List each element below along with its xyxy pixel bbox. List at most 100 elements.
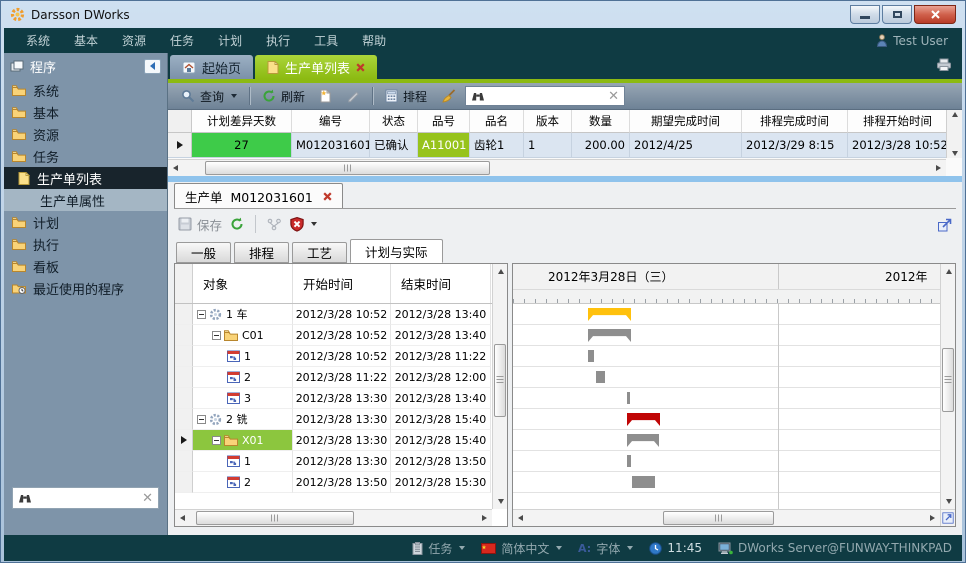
column-header[interactable]: 开始时间 xyxy=(293,264,391,303)
clear-search-icon[interactable]: ✕ xyxy=(608,90,619,103)
sidebar-item[interactable]: 任务 xyxy=(4,145,167,167)
save-button[interactable]: 保存 xyxy=(178,215,222,234)
refresh-icon[interactable] xyxy=(230,217,244,231)
column-header[interactable]: 计划差异天数 xyxy=(192,110,292,133)
tree-expander-icon[interactable] xyxy=(212,436,221,445)
printer-icon[interactable] xyxy=(936,58,952,71)
sidebar-collapse-button[interactable] xyxy=(144,59,161,74)
sidebar-item[interactable]: 计划 xyxy=(4,211,167,233)
sidebar-item[interactable]: 系统 xyxy=(4,79,167,101)
status-font-menu[interactable]: A: 字体 xyxy=(578,540,633,557)
column-header[interactable]: 数量 xyxy=(572,110,630,133)
toolbar-search-input[interactable] xyxy=(490,88,603,104)
menu-item[interactable]: 系统 xyxy=(14,32,62,49)
tree-vertical-scrollbar[interactable] xyxy=(492,264,507,509)
maximize-button[interactable] xyxy=(882,5,912,24)
query-button[interactable]: 查询 xyxy=(176,86,242,107)
column-header[interactable]: 期望完成时间 xyxy=(630,110,742,133)
tree-object-cell[interactable]: X01 xyxy=(193,430,293,451)
tree-object-cell[interactable]: 2 铣 xyxy=(193,409,293,430)
row-marker-icon xyxy=(177,141,183,149)
tree-object-cell[interactable]: C01 xyxy=(193,325,293,346)
current-user[interactable]: Test User xyxy=(876,34,952,48)
menu-item[interactable]: 基本 xyxy=(62,32,110,49)
tree-row[interactable]: 1 车2012/3/28 10:522012/3/28 13:40 xyxy=(175,304,492,325)
grid-cell: 27 xyxy=(192,133,292,158)
tab-一般[interactable]: 一般 xyxy=(176,242,231,263)
column-header[interactable]: 版本 xyxy=(524,110,572,133)
gantt-vertical-scrollbar[interactable] xyxy=(940,264,955,509)
menu-item[interactable]: 资源 xyxy=(110,32,158,49)
tree-object-cell[interactable]: 2 xyxy=(193,472,293,493)
sidebar-item[interactable]: 生产单属性 xyxy=(4,189,167,211)
tree-row[interactable]: 12012/3/28 13:302012/3/28 13:50 xyxy=(175,451,492,472)
menu-item[interactable]: 任务 xyxy=(158,32,206,49)
tree-expander-icon[interactable] xyxy=(212,331,221,340)
tree-object-cell[interactable]: 2 xyxy=(193,367,293,388)
tab-inactive[interactable]: 起始页 xyxy=(170,55,253,79)
column-header[interactable]: 排程开始时间 xyxy=(848,110,946,133)
validate-button[interactable] xyxy=(290,217,317,232)
clear-search-icon[interactable]: ✕ xyxy=(142,492,153,505)
close-icon[interactable] xyxy=(323,192,332,201)
tab-工艺[interactable]: 工艺 xyxy=(292,242,347,263)
gantt-bar-task[interactable] xyxy=(627,392,630,404)
tree-row[interactable]: 2 铣2012/3/28 13:302012/3/28 15:40 xyxy=(175,409,492,430)
gantt-bar-task[interactable] xyxy=(588,350,594,362)
edit-button[interactable] xyxy=(341,87,365,105)
column-header[interactable]: 状态 xyxy=(370,110,418,133)
column-header[interactable]: 品名 xyxy=(470,110,524,133)
tab-排程[interactable]: 排程 xyxy=(234,242,289,263)
sidebar-item[interactable]: 基本 xyxy=(4,101,167,123)
tree-row[interactable]: X012012/3/28 13:302012/3/28 15:40 xyxy=(175,430,492,451)
gantt-horizontal-scrollbar[interactable] xyxy=(513,509,940,526)
status-task-menu[interactable]: 任务 xyxy=(412,540,465,557)
tree-object-cell[interactable]: 1 xyxy=(193,451,293,472)
column-header[interactable]: 编号 xyxy=(292,110,370,133)
status-language-menu[interactable]: 简体中文 xyxy=(481,540,562,557)
sidebar-item[interactable]: 生产单列表 xyxy=(4,167,167,189)
tree-horizontal-scrollbar[interactable] xyxy=(175,509,492,526)
tree-row[interactable]: 22012/3/28 11:222012/3/28 12:00 xyxy=(175,367,492,388)
tree-row[interactable]: C012012/3/28 10:522012/3/28 13:40 xyxy=(175,325,492,346)
menu-item[interactable]: 工具 xyxy=(302,32,350,49)
gantt-bar-task[interactable] xyxy=(627,455,631,467)
gantt-bar-task[interactable] xyxy=(596,371,605,383)
tree-object-cell[interactable]: 1 xyxy=(193,346,293,367)
tree-object-cell[interactable]: 1 车 xyxy=(193,304,293,325)
tree-expander-icon[interactable] xyxy=(197,310,206,319)
grid-vertical-scrollbar[interactable] xyxy=(946,110,962,158)
column-header[interactable]: 排程完成时间 xyxy=(742,110,848,133)
close-button[interactable] xyxy=(914,5,956,24)
menu-item[interactable]: 计划 xyxy=(206,32,254,49)
tree-object-cell[interactable]: 3 xyxy=(193,388,293,409)
tab-active[interactable]: 生产单列表 xyxy=(255,55,377,79)
column-header[interactable]: 对象 xyxy=(193,264,293,303)
tab-计划与实际[interactable]: 计划与实际 xyxy=(350,239,443,263)
sidebar-item[interactable]: 看板 xyxy=(4,255,167,277)
refresh-button[interactable]: 刷新 xyxy=(257,86,310,107)
menu-item[interactable]: 执行 xyxy=(254,32,302,49)
new-button[interactable] xyxy=(314,87,337,105)
tree-expander-icon[interactable] xyxy=(197,415,206,424)
open-new-window-icon[interactable] xyxy=(937,218,952,233)
column-header[interactable]: 结束时间 xyxy=(391,264,491,303)
minimize-button[interactable] xyxy=(850,5,880,24)
expand-icon[interactable] xyxy=(942,512,954,524)
sidebar-item[interactable]: 资源 xyxy=(4,123,167,145)
column-header[interactable]: 品号 xyxy=(418,110,470,133)
tree-row[interactable]: 32012/3/28 13:302012/3/28 13:40 xyxy=(175,388,492,409)
sidebar-item[interactable]: 执行 xyxy=(4,233,167,255)
gantt-bar-task[interactable] xyxy=(632,476,655,488)
tree-row[interactable]: 12012/3/28 10:522012/3/28 11:22 xyxy=(175,346,492,367)
clean-button[interactable] xyxy=(436,87,461,105)
tree-row[interactable]: 22012/3/28 13:502012/3/28 15:30 xyxy=(175,472,492,493)
schedule-button[interactable]: 排程 xyxy=(380,86,432,107)
menu-item[interactable]: 帮助 xyxy=(350,32,398,49)
order-document-tab[interactable]: 生产单 M012031601 xyxy=(174,183,343,208)
sidebar-search-input[interactable] xyxy=(37,490,137,506)
grid-horizontal-scrollbar[interactable] xyxy=(168,159,946,176)
table-row[interactable]: 27M012031601已确认A11001齿轮11200.002012/4/25… xyxy=(168,133,946,158)
sidebar-item[interactable]: 最近使用的程序 xyxy=(4,277,167,299)
workflow-link-icon[interactable] xyxy=(267,218,282,231)
